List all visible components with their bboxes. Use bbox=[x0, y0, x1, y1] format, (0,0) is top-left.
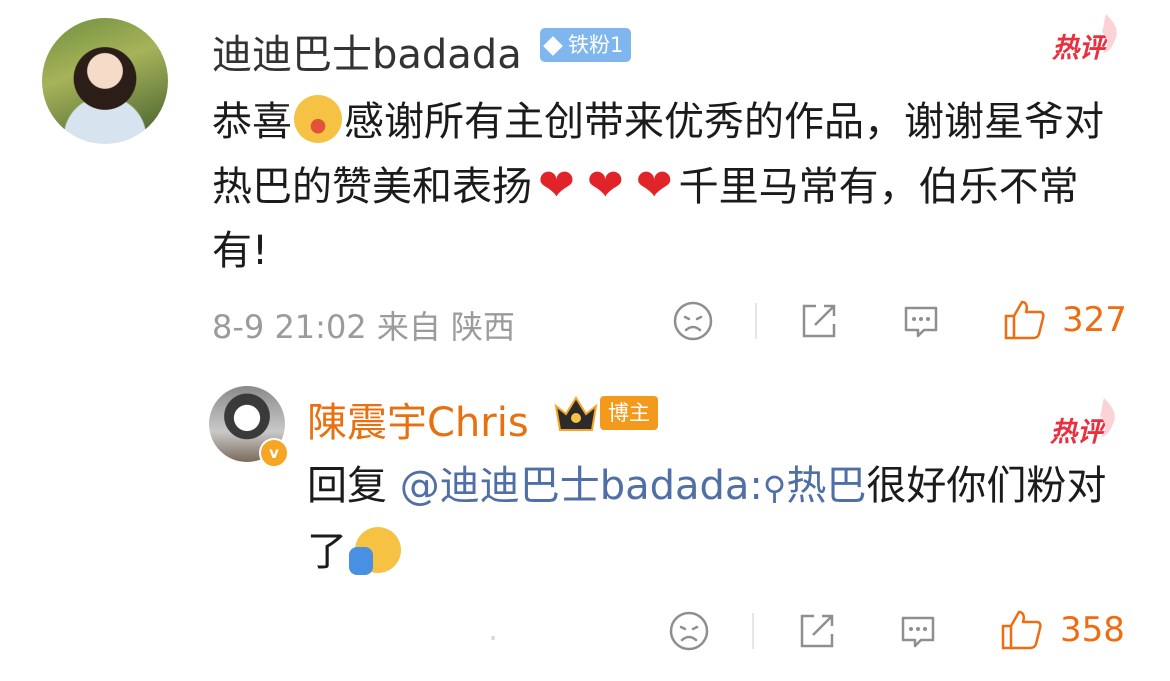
flame-icon bbox=[1102, 14, 1117, 54]
reply-text: 回复 @迪迪巴士badada:⚲热巴很好你们粉对了 bbox=[307, 463, 1107, 575]
heart-icon: ❤ bbox=[538, 160, 575, 211]
sad-face-icon[interactable] bbox=[672, 300, 714, 342]
flame-icon bbox=[1100, 398, 1115, 438]
like-count[interactable]: 358 bbox=[1060, 610, 1125, 650]
raising-hand-emoji-icon bbox=[349, 527, 401, 575]
verified-badge-icon: v bbox=[259, 438, 289, 468]
fan-badge[interactable]: 铁粉1 bbox=[540, 28, 632, 62]
thumbs-up-icon[interactable] bbox=[1002, 298, 1046, 342]
divider bbox=[752, 613, 754, 649]
mention-link[interactable]: @迪迪巴士badada: bbox=[400, 463, 763, 509]
comment-meta: 8-9 21:02 来自 陕西 bbox=[212, 308, 516, 346]
blogger-badge: 博主 bbox=[600, 396, 658, 430]
comment-icon[interactable] bbox=[900, 300, 942, 342]
avatar[interactable] bbox=[42, 18, 168, 144]
search-icon: ⚲ bbox=[762, 469, 787, 507]
heart-icon: ❤ bbox=[586, 160, 624, 211]
comment-icon[interactable] bbox=[897, 610, 939, 652]
reply-user-name[interactable]: 陳震宇Chris bbox=[307, 390, 529, 448]
divider bbox=[755, 303, 757, 339]
topic-link[interactable]: 热巴 bbox=[786, 463, 866, 509]
crown-icon bbox=[554, 396, 598, 431]
reply-meta: . bbox=[488, 610, 499, 648]
share-icon[interactable] bbox=[796, 610, 838, 652]
laughing-face-emoji-icon bbox=[294, 95, 342, 143]
thumbs-up-icon[interactable] bbox=[999, 608, 1043, 652]
sad-face-icon[interactable] bbox=[668, 610, 710, 652]
like-count[interactable]: 327 bbox=[1062, 300, 1127, 340]
comment-text: 恭喜 感谢所有主创带来优秀的作品，谢谢星爷对热巴的赞美和表扬 ❤ ❤ ❤ 千里马常有，伯乐… bbox=[212, 90, 1122, 283]
share-icon[interactable] bbox=[798, 300, 840, 342]
heart-icon: ❤ bbox=[635, 160, 673, 211]
fan-badge-label: 铁粉1 bbox=[568, 33, 624, 57]
diamond-icon bbox=[543, 36, 563, 56]
comment-user-name[interactable]: 迪迪巴士badada bbox=[212, 22, 522, 80]
